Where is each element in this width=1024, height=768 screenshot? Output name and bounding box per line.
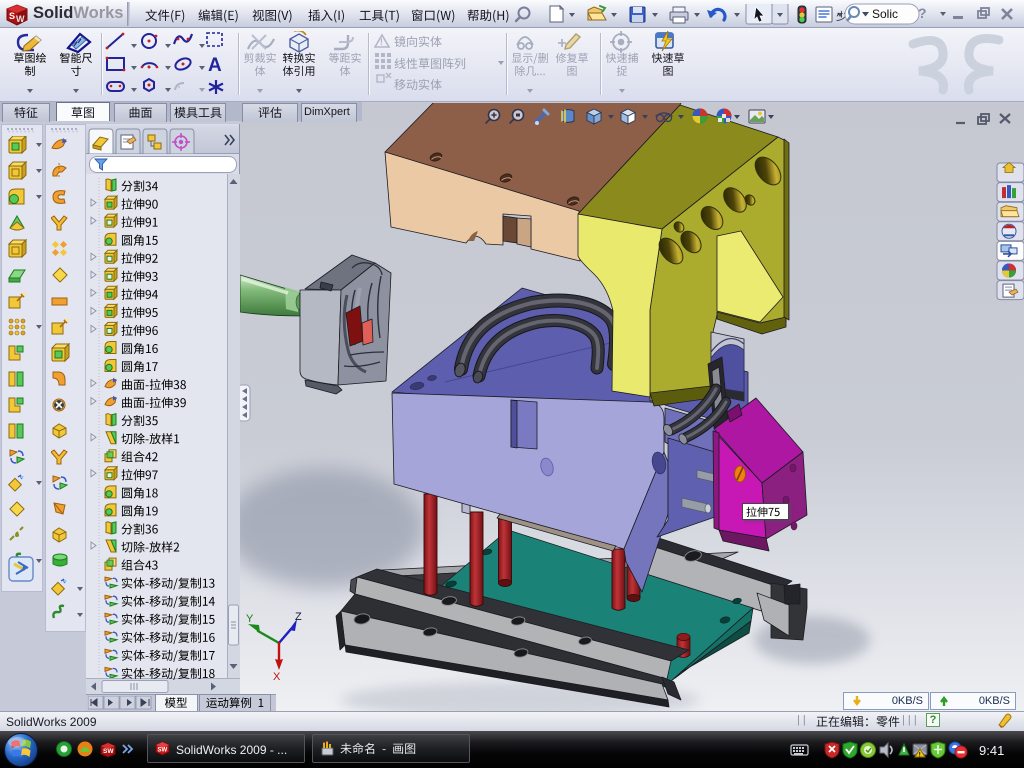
svg-text:W: W — [16, 14, 25, 24]
svg-text:Solic: Solic — [872, 7, 898, 21]
svg-text:Y: Y — [246, 613, 254, 625]
svg-text:S: S — [9, 11, 15, 21]
svg-text:A: A — [208, 55, 222, 76]
svg-text:Z: Z — [295, 611, 302, 623]
svg-text:X: X — [273, 671, 281, 683]
svg-text:!: ! — [919, 753, 921, 759]
svg-text:SW: SW — [158, 748, 168, 754]
svg-text:!: ! — [380, 37, 383, 47]
svg-text:SW: SW — [103, 748, 114, 755]
